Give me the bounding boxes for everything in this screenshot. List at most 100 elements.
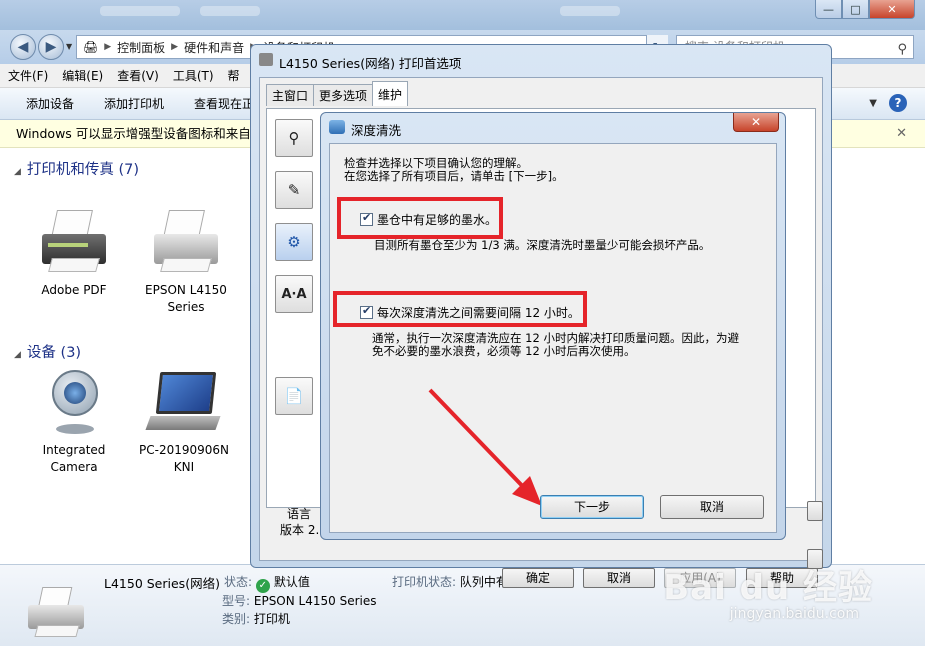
command-bar-right: ▼ ?	[869, 94, 907, 112]
red-arrow-annotation	[428, 388, 542, 506]
prefs-title: L4150 Series(网络) 打印首选项	[279, 56, 462, 71]
info-bar-text: Windows 可以显示增强型设备图标和来自 I	[16, 126, 259, 141]
close-button[interactable]: ✕	[869, 0, 915, 19]
devices-group-title: 设备 (3)	[26, 345, 82, 361]
print-head-alignment-button[interactable]: A·A	[275, 275, 313, 313]
printer-small-icon	[259, 53, 273, 66]
ok-button[interactable]: 确定	[502, 568, 574, 588]
prefs-cancel-button[interactable]: 取消	[583, 568, 655, 588]
ink-drop-icon	[329, 120, 345, 134]
back-arrow-icon: ◀	[17, 39, 29, 55]
close-icon: ✕	[750, 115, 762, 129]
webcam-base	[56, 424, 94, 434]
menu-view[interactable]: 查看(V)	[117, 67, 159, 84]
details-printer-name: L4150 Series(网络)	[104, 576, 220, 591]
device-adobe-pdf[interactable]: Adobe PDF	[24, 208, 124, 299]
baidu-watermark: Bai du 经验	[663, 568, 873, 608]
baidu-watermark-url: jingyan.baidu.com	[729, 606, 859, 622]
devices-group-header[interactable]: ◢ 设备 (3)	[14, 341, 81, 362]
dialog-cancel-button[interactable]: 取消	[660, 495, 764, 519]
forward-button[interactable]: ▶	[38, 34, 64, 60]
menu-tools[interactable]: 工具(T)	[173, 67, 214, 84]
printer-tray	[48, 258, 100, 272]
device-integrated-camera[interactable]: Integrated Camera	[24, 368, 124, 476]
menu-help[interactable]: 帮	[228, 67, 240, 84]
printer-icon	[34, 208, 114, 274]
printer-tray	[34, 625, 80, 637]
checkmark-icon: ✓	[255, 579, 270, 593]
device-label: EPSON L4150 Series	[145, 283, 227, 314]
tab-maintenance[interactable]: 维护	[372, 81, 409, 106]
deep-clean-button[interactable]: ⚙	[275, 223, 313, 261]
interval-checkbox-row[interactable]: 每次深度清洗之间需要间隔 12 小时。	[360, 304, 580, 321]
intro-line-2: 在您选择了所有项目后，请单击 [下一步]。	[344, 169, 564, 183]
printer-document-icon: 📄	[284, 387, 304, 405]
interval-description-line-1: 通常，执行一次深度清洗应在 12 小时内解决打印质量问题。因此，为避	[372, 331, 739, 345]
minimize-button[interactable]: —	[815, 0, 842, 19]
printers-group-header[interactable]: ◢ 打印机和传真 (7)	[14, 158, 139, 179]
recent-pages-dropdown[interactable]: ▼	[66, 42, 72, 51]
help-icon[interactable]: ?	[889, 94, 907, 112]
nozzle-check-button[interactable]: ⚲	[275, 119, 313, 157]
category-label: 类别:	[222, 612, 251, 626]
printer-settings-button[interactable]: 📄	[275, 377, 313, 415]
maximize-button[interactable]: □	[842, 0, 869, 19]
title-blur	[200, 6, 260, 16]
interval-checkbox[interactable]	[360, 304, 373, 319]
laptop-keyboard	[145, 416, 221, 430]
device-label: Integrated Camera	[42, 443, 106, 474]
ink-sufficient-label: 墨仓中有足够的墨水。	[377, 213, 498, 227]
language-dropdown[interactable]	[807, 501, 823, 521]
collapse-triangle-icon: ◢	[14, 167, 21, 177]
menu-file[interactable]: 文件(F)	[8, 67, 48, 84]
device-label: PC-20190906N KNI	[139, 443, 229, 474]
collapse-triangle-icon: ◢	[14, 350, 21, 360]
laptop-icon	[144, 368, 224, 434]
webcam-lens	[64, 382, 86, 404]
ink-sufficient-checkbox-row[interactable]: 墨仓中有足够的墨水。	[360, 211, 497, 228]
info-bar-close-icon[interactable]: ✕	[896, 120, 907, 147]
title-blur	[100, 6, 180, 16]
printer-state-label: 打印机状态:	[392, 575, 457, 589]
breadcrumb-hardware-sound[interactable]: 硬件和声音	[184, 39, 244, 56]
device-label: Adobe PDF	[41, 283, 107, 297]
model-value: EPSON L4150 Series	[253, 594, 377, 608]
view-options-dropdown[interactable]: ▼	[869, 98, 877, 109]
add-printer-button[interactable]: 添加打印机	[104, 95, 164, 112]
selected-printer-icon	[24, 585, 94, 641]
laptop-screen	[155, 372, 217, 414]
tab-main[interactable]: 主窗口	[266, 84, 315, 106]
next-button[interactable]: 下一步	[540, 495, 644, 519]
breadcrumb-separator: ▶	[171, 42, 179, 52]
ink-sufficient-description: 目测所有墨仓至少为 1/3 满。深度清洗时墨量少可能会损坏产品。	[374, 238, 711, 252]
details-category: 类别: 打印机	[222, 610, 290, 627]
printer-tray	[160, 258, 212, 272]
tab-more-options[interactable]: 更多选项	[313, 84, 374, 106]
see-printing-button[interactable]: 查看现在正	[194, 95, 254, 112]
dialog-client: 检查并选择以下项目确认您的理解。 在您选择了所有项目后，请单击 [下一步]。 墨…	[329, 143, 777, 533]
dialog-close-button[interactable]: ✕	[733, 113, 779, 132]
model-label: 型号:	[222, 594, 251, 608]
breadcrumb-control-panel[interactable]: 控制面板	[117, 39, 165, 56]
deep-clean-dialog: 深度清洗 ✕ 检查并选择以下项目确认您的理解。 在您选择了所有项目后，请单击 […	[320, 112, 786, 540]
explorer-titlebar: — □ ✕	[0, 0, 925, 30]
menu-edit[interactable]: 编辑(E)	[62, 67, 103, 84]
add-device-button[interactable]: 添加设备	[26, 95, 74, 112]
ink-sufficient-checkbox[interactable]	[360, 211, 373, 226]
device-epson-l4150[interactable]: EPSON L4150 Series	[136, 208, 236, 316]
printers-group-title: 打印机和传真 (7)	[26, 162, 140, 178]
language-label: 语言	[287, 507, 312, 521]
version-label: 版本 2.	[280, 523, 320, 537]
prefs-tabs: 主窗口 更多选项 维护	[266, 81, 409, 106]
category-value: 打印机	[253, 612, 290, 626]
alignment-icon: A·A	[281, 286, 307, 302]
head-cleaning-button[interactable]: ✎	[275, 171, 313, 209]
search-icon: ⚲	[897, 42, 907, 57]
breadcrumb-separator: ▶	[104, 42, 112, 52]
interval-description-line-2: 免不必要的墨水浪费，必须等 12 小时后再次使用。	[372, 344, 636, 358]
back-button[interactable]: ◀	[10, 34, 36, 60]
interval-label: 每次深度清洗之间需要间隔 12 小时。	[377, 306, 580, 320]
device-pc[interactable]: PC-20190906N KNI	[134, 368, 234, 476]
printer-status-bar	[48, 243, 88, 247]
details-model: 型号: EPSON L4150 Series	[222, 592, 377, 609]
